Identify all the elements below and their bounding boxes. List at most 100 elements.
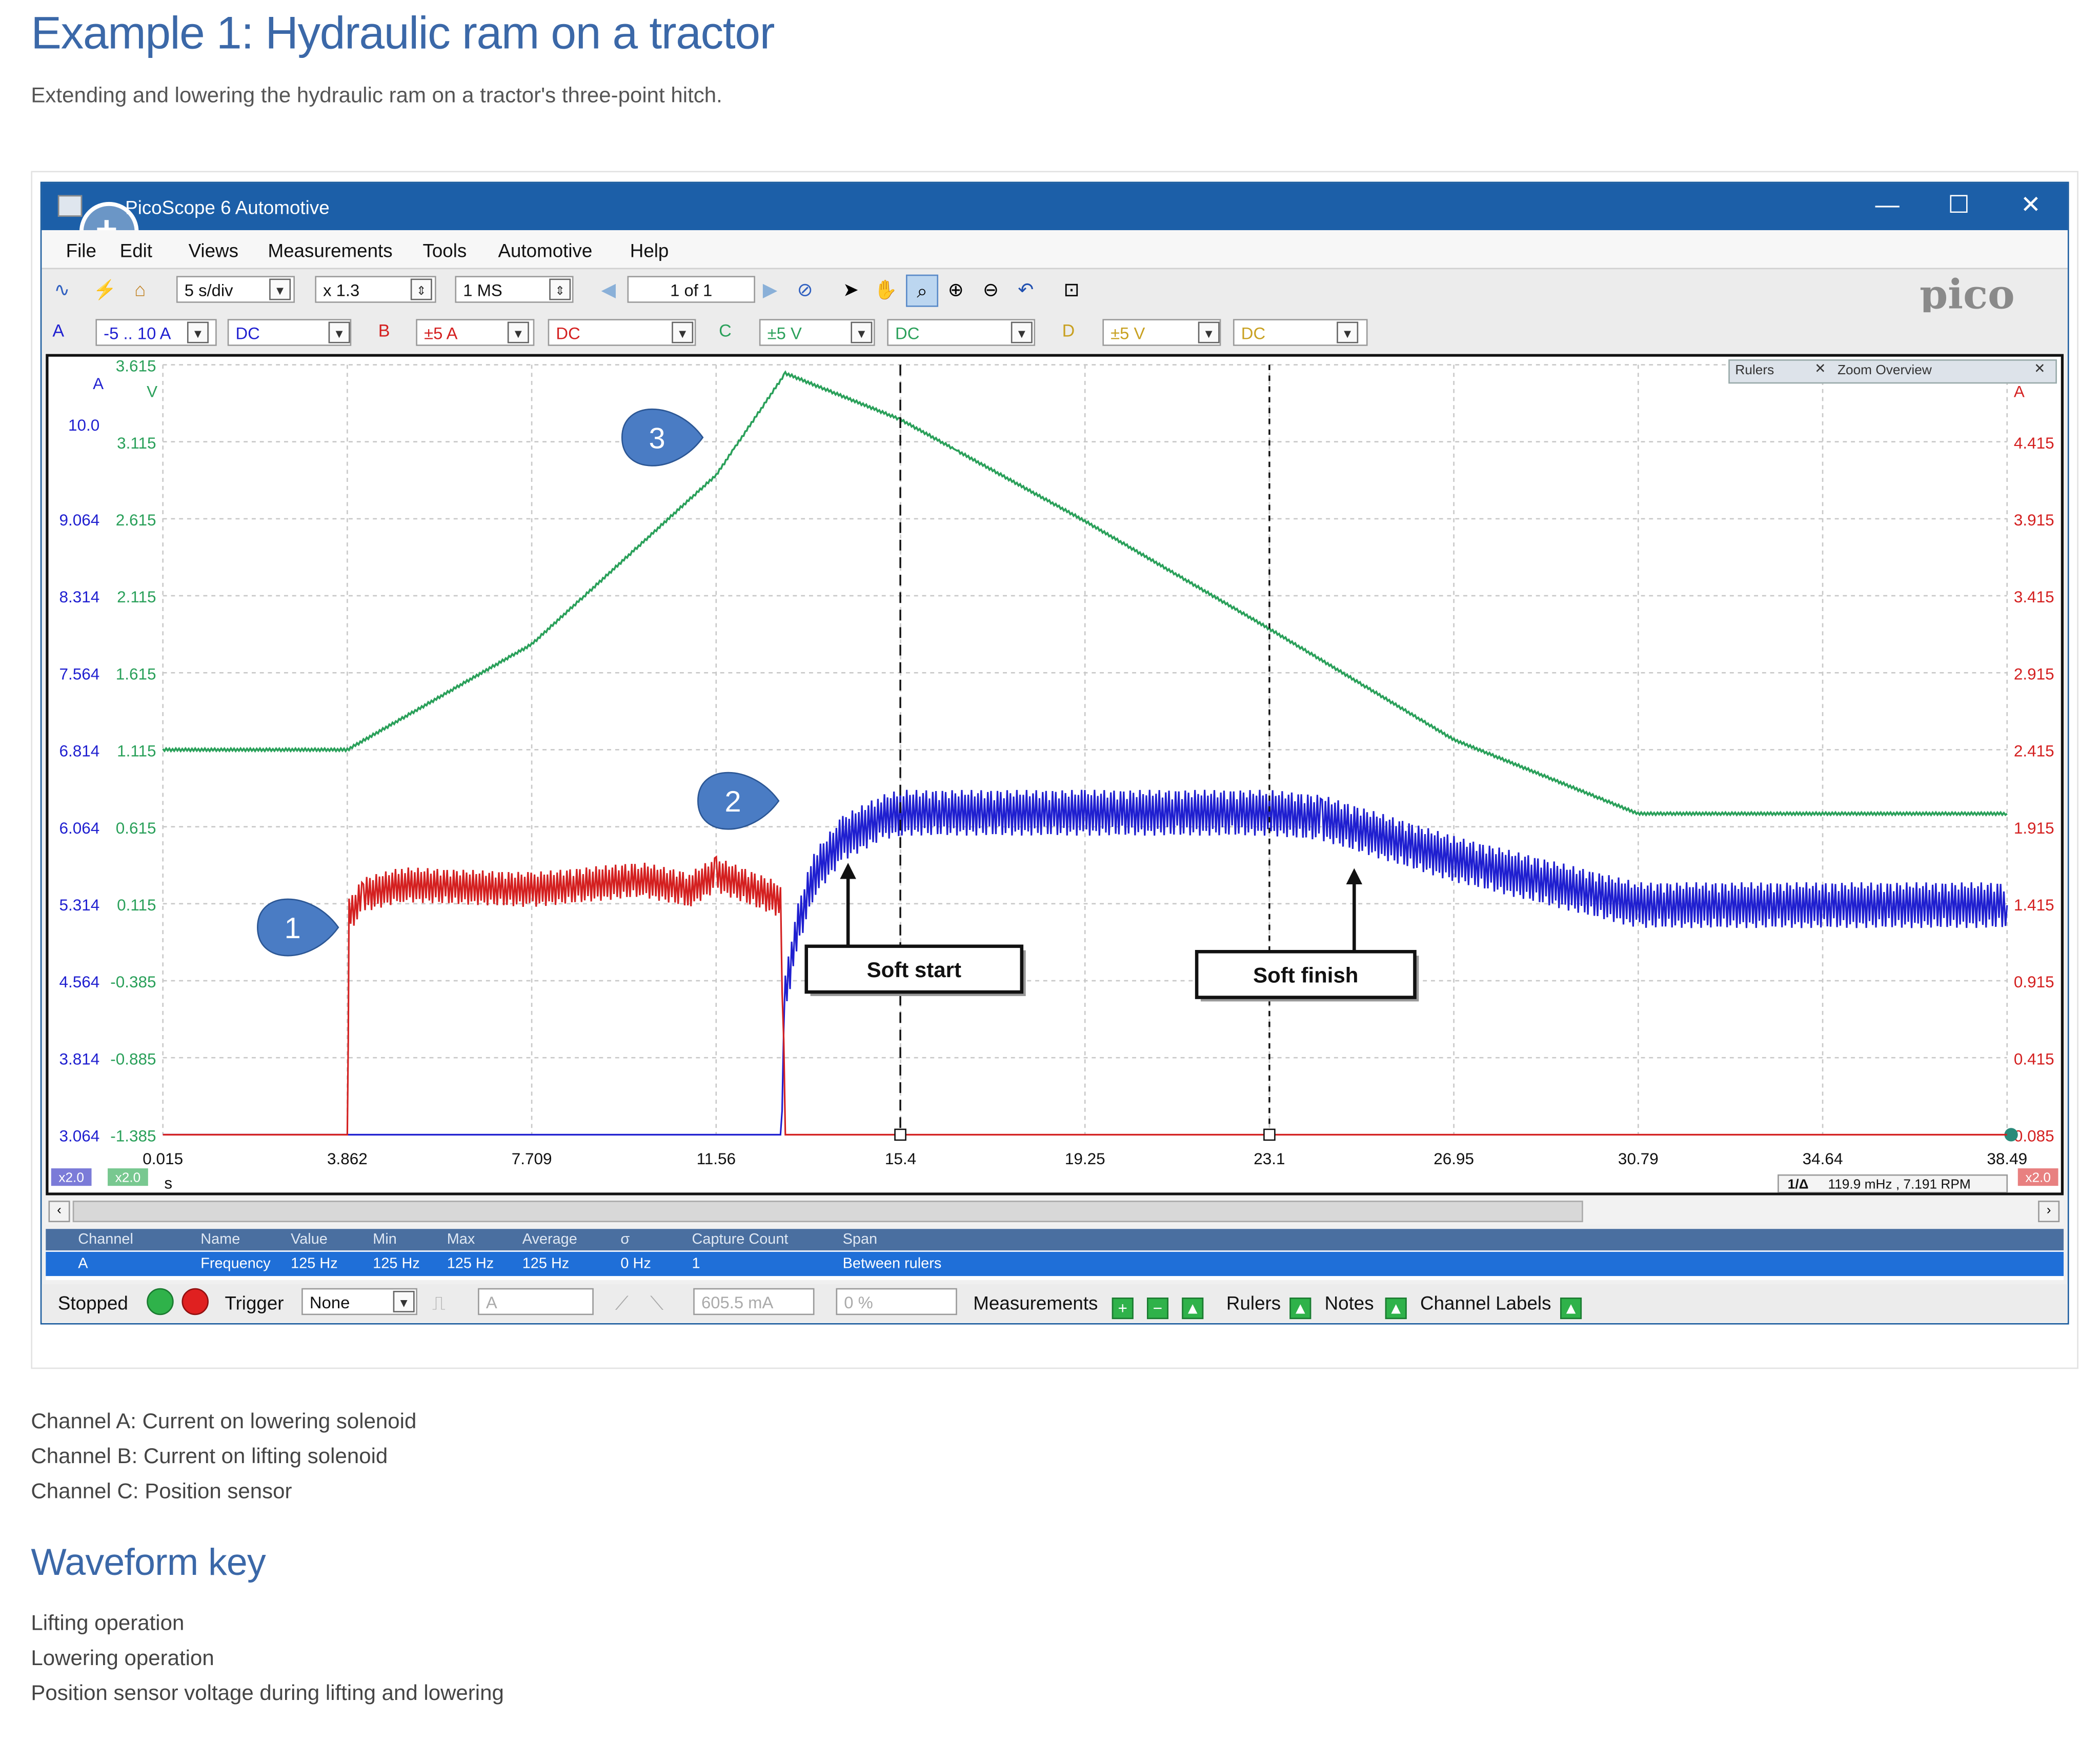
- falling-edge-icon[interactable]: ⟍: [650, 1292, 663, 1315]
- close-icon[interactable]: ✕: [2021, 191, 2041, 219]
- chevron-down-icon[interactable]: ▼: [851, 321, 873, 343]
- trigger-pre-input[interactable]: 0 %: [836, 1288, 957, 1315]
- column-header[interactable]: Capture Count: [692, 1231, 789, 1248]
- zoom-out-icon[interactable]: ⊖: [976, 275, 1006, 305]
- column-header[interactable]: Max: [447, 1231, 475, 1248]
- chevron-down-icon[interactable]: ▼: [1198, 321, 1220, 343]
- start-icon[interactable]: [147, 1288, 174, 1315]
- window-title: PicoScope 6 Automotive: [125, 196, 330, 218]
- c-axis-tick: 1.615: [116, 664, 156, 683]
- home-icon[interactable]: ⌂: [125, 275, 155, 305]
- menu-automotive[interactable]: Automotive: [498, 239, 592, 261]
- x-tick-label: 19.25: [1065, 1149, 1105, 1168]
- x-tick-label: 30.79: [1618, 1149, 1659, 1168]
- waveform-chart: 0.015 3.862 7.709 11.56 15.4 19.25 23.1 26.95 30…: [51, 357, 2058, 1193]
- chevron-down-icon[interactable]: ▼: [1337, 321, 1359, 343]
- a-axis-tick: 10.0: [68, 416, 99, 434]
- spinner-icon[interactable]: ⇕: [410, 278, 432, 300]
- waveform-key-heading: Waveform key: [31, 1541, 266, 1583]
- navigator-icon[interactable]: ⊘: [790, 275, 820, 305]
- x-tick-label: 3.862: [327, 1149, 368, 1168]
- menu-help[interactable]: Help: [630, 239, 669, 261]
- menu-tools[interactable]: Tools: [422, 239, 467, 261]
- table-cell: 125 Hz: [373, 1255, 420, 1272]
- c-axis-tick: 1.115: [117, 742, 156, 760]
- column-header[interactable]: Span: [843, 1231, 877, 1248]
- column-header[interactable]: Name: [200, 1231, 240, 1248]
- x-tick-label: 26.95: [1433, 1149, 1474, 1168]
- channel-c-scale: x2.0: [108, 1168, 148, 1186]
- scale-badge-label: x2.0: [58, 1169, 84, 1185]
- stop-icon[interactable]: [181, 1288, 209, 1315]
- close-icon[interactable]: ✕: [1814, 362, 1826, 377]
- b-axis-tick: 0.915: [2014, 973, 2054, 991]
- run-state: Stopped: [57, 1292, 128, 1314]
- minimize-icon[interactable]: —: [1875, 191, 1899, 219]
- rulers-tab[interactable]: Rulers: [1735, 363, 1774, 378]
- notes-label: Notes: [1324, 1292, 1374, 1314]
- spinner-icon[interactable]: ⇕: [549, 278, 571, 300]
- column-header[interactable]: Channel: [78, 1231, 133, 1248]
- scope-mode-icon[interactable]: ∿: [47, 275, 77, 305]
- chevron-down-icon[interactable]: ▼: [507, 321, 529, 343]
- chevron-down-icon[interactable]: ▼: [1011, 321, 1033, 343]
- zoom-select-icon[interactable]: ⌕: [906, 274, 939, 307]
- menu-views[interactable]: Views: [189, 239, 238, 261]
- channel-c-label[interactable]: C: [719, 320, 732, 340]
- annotations: 1 2 3 Soft start Soft finish: [257, 364, 1419, 1141]
- next-buffer-icon[interactable]: ▶: [755, 275, 785, 305]
- column-header[interactable]: σ: [620, 1231, 630, 1248]
- rising-edge-icon[interactable]: ⟋: [615, 1292, 629, 1315]
- measurements-label: Measurements: [973, 1292, 1098, 1314]
- maximize-icon[interactable]: ☐: [1948, 191, 1969, 219]
- channel-b-label[interactable]: B: [378, 320, 390, 340]
- zoom-overview-tab[interactable]: Zoom Overview: [1838, 363, 1932, 378]
- menu-measurements[interactable]: Measurements: [268, 239, 392, 261]
- trigger-edge-icon[interactable]: ⎍: [432, 1292, 446, 1315]
- scrollbar-thumb[interactable]: [72, 1201, 1583, 1223]
- chevron-right-icon[interactable]: ›: [2038, 1201, 2060, 1223]
- column-header[interactable]: Average: [522, 1231, 577, 1248]
- chevron-down-icon[interactable]: ▼: [328, 321, 350, 343]
- b-axis-tick: 4.415: [2014, 434, 2054, 452]
- callout-3: 3: [621, 409, 704, 467]
- caption-channel-c: Channel C: Position sensor: [31, 1481, 292, 1504]
- zoom-100-icon[interactable]: ⊡: [1057, 275, 1086, 305]
- pointer-icon[interactable]: ➤: [836, 275, 865, 305]
- c-axis-tick: 2.615: [116, 511, 156, 529]
- scope-plot[interactable]: 0.015 3.862 7.709 11.56 15.4 19.25 23.1 26.95 30…: [46, 354, 2064, 1196]
- horizontal-scrollbar[interactable]: ‹ ›: [46, 1198, 2064, 1225]
- auto-setup-icon[interactable]: ⚡: [90, 275, 120, 305]
- column-header[interactable]: Value: [291, 1231, 328, 1248]
- b-axis-tick: 3.915: [2014, 511, 2054, 529]
- column-header[interactable]: Min: [373, 1231, 397, 1248]
- chevron-down-icon[interactable]: ▼: [672, 321, 694, 343]
- channel-bar: A -5 .. 10 A ▼ DC ▼ B ±5 A ▼ DC ▼ C ±5 V…: [42, 312, 2068, 353]
- chevron-down-icon[interactable]: ▼: [269, 278, 291, 300]
- a-axis-tick: 6.814: [59, 742, 99, 760]
- channel-b-scale: x2.0: [2017, 1168, 2058, 1186]
- chevron-down-icon[interactable]: ▼: [187, 321, 209, 343]
- b-axis-tick: 2.915: [2014, 664, 2054, 683]
- close-icon[interactable]: ✕: [2034, 362, 2045, 377]
- channel-d-label[interactable]: D: [1062, 320, 1075, 340]
- menu-edit[interactable]: Edit: [120, 239, 152, 261]
- hand-icon[interactable]: ✋: [871, 275, 901, 305]
- prev-buffer-icon[interactable]: ◀: [594, 275, 623, 305]
- table-cell: 125 Hz: [447, 1255, 494, 1272]
- picoscope-window: PicoScope 6 Automotive — ☐ ✕ + File Edit…: [40, 181, 2069, 1325]
- page-subtitle: Extending and lowering the hydraulic ram…: [31, 85, 722, 108]
- chevron-left-icon[interactable]: ‹: [48, 1201, 70, 1223]
- zoom-in-icon[interactable]: ⊕: [941, 275, 971, 305]
- trigger-channel-select[interactable]: A: [478, 1288, 594, 1315]
- menu-file[interactable]: File: [66, 239, 96, 261]
- chevron-down-icon[interactable]: ▼: [393, 1290, 415, 1312]
- table-cell: 125 Hz: [522, 1255, 570, 1272]
- caption-channel-a: Channel A: Current on lowering solenoid: [31, 1410, 417, 1434]
- undo-zoom-icon[interactable]: ↶: [1011, 275, 1041, 305]
- trigger-level-input[interactable]: 605.5 mA: [693, 1288, 815, 1315]
- table-row[interactable]: A Frequency 125 Hz 125 Hz 125 Hz 125 Hz 0 Hz 1 B…: [46, 1251, 2064, 1277]
- c-axis-tick: -1.385: [110, 1127, 156, 1145]
- channel-a-label[interactable]: A: [52, 320, 64, 340]
- buffer-index[interactable]: 1 of 1: [627, 276, 755, 303]
